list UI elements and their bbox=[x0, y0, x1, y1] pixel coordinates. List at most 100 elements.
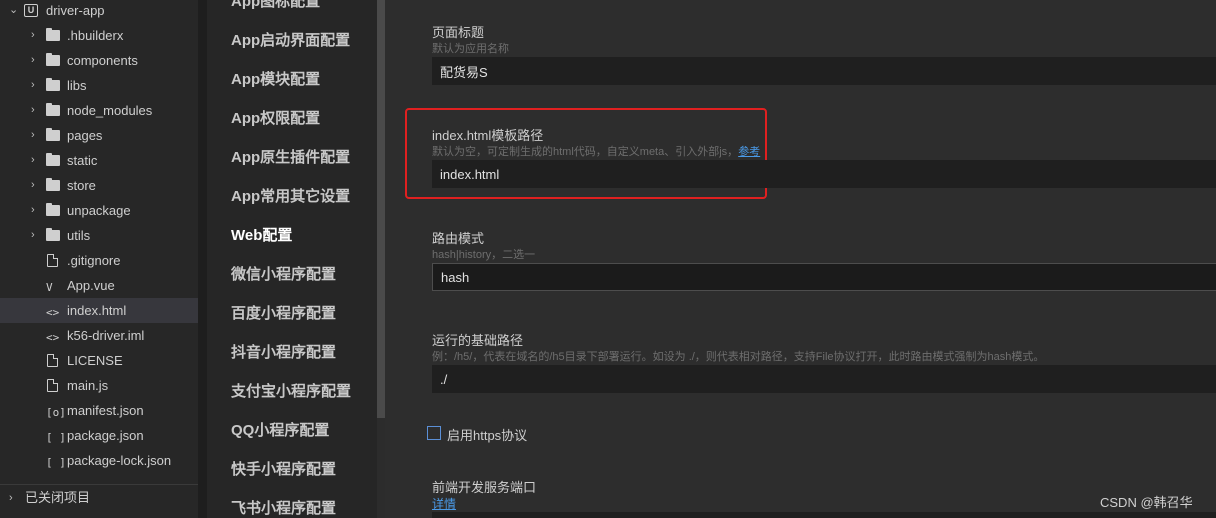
manifest-file-icon: [o] bbox=[46, 406, 66, 419]
config-nav-item[interactable]: 微信小程序配置 bbox=[231, 263, 336, 284]
dev-port-details-link[interactable]: 详情 bbox=[432, 495, 456, 512]
project-root[interactable]: ⌄ U driver-app bbox=[0, 0, 198, 23]
router-mode-input[interactable] bbox=[432, 263, 1216, 291]
base-path-label: 运行的基础路径 bbox=[432, 333, 524, 348]
closed-projects[interactable]: › 已关闭项目 bbox=[0, 484, 198, 518]
watermark: CSDN @韩召华 bbox=[1100, 495, 1193, 510]
base-path-input[interactable] bbox=[432, 365, 1216, 393]
config-nav-item[interactable]: App原生插件配置 bbox=[231, 146, 350, 167]
template-path-hint: 默认为空，可定制生成的html代码，自定义meta、引入外部js，参考 bbox=[432, 143, 760, 159]
tree-file[interactable]: [o] manifest.json bbox=[0, 398, 198, 423]
page-title-input[interactable] bbox=[432, 57, 1216, 85]
tree-folder[interactable]: › node_modules bbox=[0, 98, 198, 123]
base-path-hint: 例：/h5/，代表在域名的/h5目录下部署运行。如设为 ./，则代表相对路径，支… bbox=[432, 351, 1045, 363]
tree-folder[interactable]: › .hbuilderx bbox=[0, 23, 198, 48]
config-nav-item[interactable]: 快手小程序配置 bbox=[231, 458, 336, 479]
tree-file[interactable]: .gitignore bbox=[0, 248, 198, 273]
tree-item-label: store bbox=[67, 178, 96, 193]
tree-item-label: libs bbox=[67, 78, 87, 93]
web-config-form: 页面标题 默认为应用名称 index.html模板路径 默认为空，可定制生成的h… bbox=[385, 0, 1216, 518]
chevron-right-icon[interactable]: › bbox=[31, 123, 41, 148]
nav-scrollbar[interactable] bbox=[377, 0, 385, 518]
tree-folder[interactable]: › components bbox=[0, 48, 198, 73]
page-title-label: 页面标题 bbox=[432, 25, 485, 40]
tree-item-label: .hbuilderx bbox=[67, 28, 124, 43]
file-explorer: ⌄ U driver-app › .hbuilderx › components › li… bbox=[0, 0, 198, 518]
tree-file[interactable]: main.js bbox=[0, 373, 198, 398]
https-label: 启用https协议 bbox=[447, 428, 528, 443]
template-path-reference-link[interactable]: 参考 bbox=[738, 146, 760, 158]
chevron-right-icon[interactable]: › bbox=[31, 73, 41, 98]
tree-item-label: k56-driver.iml bbox=[67, 328, 145, 343]
tree-folder[interactable]: › libs bbox=[0, 73, 198, 98]
config-nav-item[interactable]: App图标配置 bbox=[231, 0, 320, 11]
dev-port-input[interactable] bbox=[432, 512, 1216, 518]
closed-projects-label: 已关闭项目 bbox=[25, 490, 91, 505]
folder-icon bbox=[46, 228, 60, 242]
project-icon: U bbox=[24, 4, 38, 17]
page-title-hint: 默认为应用名称 bbox=[432, 43, 509, 55]
config-nav-item[interactable]: Web配置 bbox=[231, 224, 292, 245]
config-nav-item[interactable]: 抖音小程序配置 bbox=[231, 341, 336, 362]
tree-item-label: pages bbox=[67, 128, 103, 143]
folder-icon bbox=[46, 128, 60, 142]
chevron-right-icon[interactable]: › bbox=[31, 48, 41, 73]
json-file-icon: [ ] bbox=[46, 431, 66, 444]
chevron-down-icon[interactable]: ⌄ bbox=[9, 0, 19, 23]
tree-file[interactable]: [ ] package-lock.json bbox=[0, 448, 198, 473]
config-nav-item[interactable]: 飞书小程序配置 bbox=[231, 497, 336, 518]
folder-icon bbox=[46, 203, 60, 217]
nav-scrollbar-thumb[interactable] bbox=[377, 0, 385, 418]
tree-item-label: node_modules bbox=[67, 103, 153, 118]
chevron-right-icon[interactable]: › bbox=[9, 485, 13, 511]
tree-folder[interactable]: › static bbox=[0, 148, 198, 173]
tree-item-label: static bbox=[67, 153, 98, 168]
chevron-right-icon[interactable]: › bbox=[31, 223, 41, 248]
js-file-icon bbox=[46, 379, 60, 392]
router-mode-hint: hash|history，二选一 bbox=[432, 249, 536, 261]
chevron-right-icon[interactable]: › bbox=[31, 173, 41, 198]
folder-icon bbox=[46, 153, 60, 167]
template-path-label: index.html模板路径 bbox=[432, 128, 544, 143]
folder-icon bbox=[46, 103, 60, 117]
https-checkbox[interactable] bbox=[427, 426, 441, 440]
tree-item-label: LICENSE bbox=[67, 353, 123, 368]
dev-port-label: 前端开发服务端口 bbox=[432, 480, 537, 495]
tree-item-label: .gitignore bbox=[67, 253, 121, 268]
tree-item-label: main.js bbox=[67, 378, 109, 393]
tree-item-label: utils bbox=[67, 228, 91, 243]
tree-folder[interactable]: › utils bbox=[0, 223, 198, 248]
tree-item-label: index.html bbox=[67, 303, 127, 318]
config-nav-item[interactable]: App权限配置 bbox=[231, 107, 320, 128]
chevron-right-icon[interactable]: › bbox=[31, 98, 41, 123]
folder-icon bbox=[46, 28, 60, 42]
tree-file[interactable]: <> index.html bbox=[0, 298, 198, 323]
router-mode-label: 路由模式 bbox=[432, 231, 485, 246]
tree-item-label: manifest.json bbox=[67, 403, 144, 418]
tree-folder[interactable]: › unpackage bbox=[0, 198, 198, 223]
template-path-input[interactable] bbox=[432, 160, 1216, 188]
xml-file-icon: <> bbox=[46, 331, 60, 344]
html-file-icon: <> bbox=[46, 306, 60, 319]
project-name: driver-app bbox=[46, 3, 105, 18]
file-icon bbox=[46, 254, 60, 267]
config-nav-item[interactable]: App启动界面配置 bbox=[231, 29, 350, 50]
config-nav-item[interactable]: 支付宝小程序配置 bbox=[231, 380, 351, 401]
tree-file[interactable]: <> k56-driver.iml bbox=[0, 323, 198, 348]
chevron-right-icon[interactable]: › bbox=[31, 198, 41, 223]
tree-folder[interactable]: › pages bbox=[0, 123, 198, 148]
config-nav-item[interactable]: App常用其它设置 bbox=[231, 185, 350, 206]
config-nav-item[interactable]: QQ小程序配置 bbox=[231, 419, 329, 440]
tree-item-label: package-lock.json bbox=[67, 453, 172, 468]
vue-file-icon: V bbox=[46, 281, 53, 294]
panel-divider[interactable] bbox=[198, 0, 207, 518]
tree-file[interactable]: [ ] package.json bbox=[0, 423, 198, 448]
config-nav-item[interactable]: App模块配置 bbox=[231, 68, 320, 89]
chevron-right-icon[interactable]: › bbox=[31, 148, 41, 173]
config-nav-item[interactable]: 百度小程序配置 bbox=[231, 302, 336, 323]
tree-item-label: unpackage bbox=[67, 203, 131, 218]
tree-folder[interactable]: › store bbox=[0, 173, 198, 198]
tree-file[interactable]: LICENSE bbox=[0, 348, 198, 373]
chevron-right-icon[interactable]: › bbox=[31, 23, 41, 48]
tree-file[interactable]: V App.vue bbox=[0, 273, 198, 298]
